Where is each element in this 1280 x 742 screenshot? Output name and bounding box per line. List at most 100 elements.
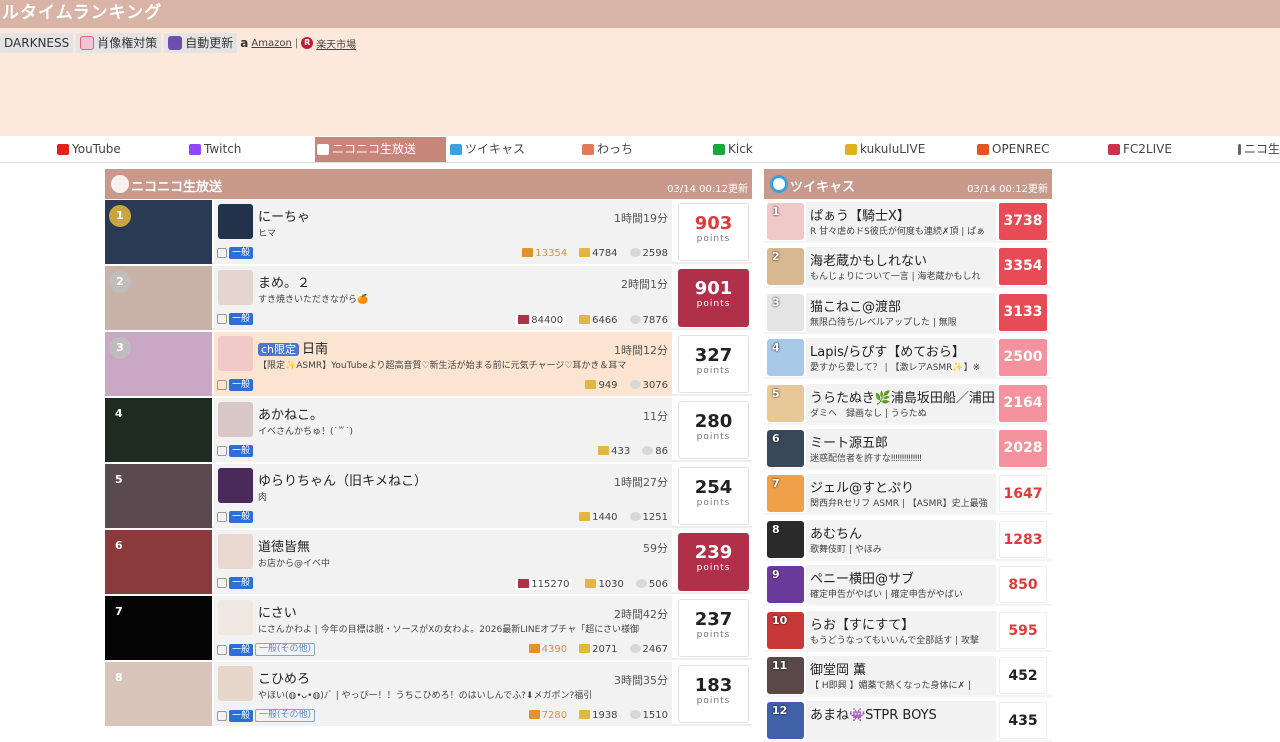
- category-tag[interactable]: 一般: [217, 445, 254, 457]
- ranking-row[interactable]: 11 御堂岡 薫【 H即興 】媚薬で熱くなった身体に✗ | 452: [764, 654, 1052, 697]
- streamer-avatar[interactable]: 9: [767, 566, 804, 604]
- stream-info[interactable]: ch限定 日南 【限定✨ASMR】YouTubeより超高音質♡新生活が始まる前に元気…: [214, 332, 672, 396]
- category-tag[interactable]: 一般: [217, 379, 254, 391]
- stream-info[interactable]: ゆらりちゃん（旧キメねこ） 肉 1時間27分 一般 1440 1251: [214, 464, 672, 528]
- stream-info[interactable]: らお【すにすて】 もうどうなってもいいんで全部話す | 攻撃: [806, 610, 996, 650]
- stream-thumbnail[interactable]: 3: [105, 332, 212, 396]
- streamer-name[interactable]: ぱぁう【騎士X】: [810, 205, 996, 224]
- streamer-name[interactable]: ゆらりちゃん（旧キメねこ）: [258, 470, 427, 489]
- thumb-up-icon[interactable]: [217, 248, 227, 258]
- streamer-name[interactable]: まめ。２: [258, 272, 310, 291]
- ranking-row[interactable]: 3 猫こねこ@渡部 無限凸待ち/レベルアップした | 無限 3133: [764, 291, 1052, 334]
- stream-thumbnail[interactable]: 2: [105, 266, 212, 330]
- ranking-row[interactable]: 4 Lapis/らぴす【めておら】 愛すから愛して？ | 【激レアASMR✨】※ 25…: [764, 336, 1052, 380]
- ranking-row[interactable]: 12 あまね👾STPR BOYS 435: [764, 699, 1052, 742]
- streamer-name[interactable]: 海老蔵かもしれない: [810, 250, 996, 269]
- ranking-row[interactable]: 5 うらたぬき🌿浦島坂田船／浦田 ダミヘ 録画なし | うらたぬ 2164: [764, 382, 1052, 425]
- tab-kukulu[interactable]: kukuluLIVE: [843, 137, 974, 162]
- stream-info[interactable]: あまね👾STPR BOYS: [806, 701, 996, 741]
- streamer-name[interactable]: こひめろ: [258, 668, 310, 687]
- stream-thumbnail[interactable]: 5: [105, 464, 212, 528]
- stream-info[interactable]: 猫こねこ@渡部 無限凸待ち/レベルアップした | 無限: [806, 292, 996, 332]
- streamer-name[interactable]: らお【すにすて】: [810, 614, 996, 633]
- ranking-row[interactable]: 5 ゆらりちゃん（旧キメねこ） 肉 1時間27分 一般 1440 1251 254 points: [105, 464, 752, 528]
- thumb-up-icon[interactable]: [217, 380, 227, 390]
- stream-info[interactable]: 道徳皆無 お店から@イベ中 59分 一般 115270 1030 506: [214, 530, 672, 594]
- stream-info[interactable]: ぱぁう【騎士X】 R 甘々虐めドS彼氏が何度も連続✗頂 | ぱぁ: [806, 202, 996, 241]
- stream-thumbnail[interactable]: 8: [105, 662, 212, 726]
- streamer-avatar[interactable]: 6: [767, 430, 804, 467]
- stream-info[interactable]: にさい にさんかわよ | 今年の目標は脱・ソースがXの女わよ。2026最新LINE…: [214, 596, 672, 660]
- ranking-row[interactable]: 4 あかねこ。 イベさんかちゅ！(˙꒳˙) 11分 一般 433 86 280 points: [105, 398, 752, 462]
- streamer-avatar[interactable]: 12: [767, 702, 804, 740]
- streamer-avatar[interactable]: [218, 600, 253, 635]
- thumb-up-icon[interactable]: [217, 578, 227, 588]
- ranking-row[interactable]: 1 ぱぁう【騎士X】 R 甘々虐めドS彼氏が何度も連続✗頂 | ぱぁ 3738: [764, 200, 1052, 243]
- streamer-name[interactable]: ジェル@すとぷり: [810, 477, 996, 496]
- streamer-name[interactable]: ch限定 日南: [258, 338, 328, 357]
- stream-info[interactable]: 御堂岡 薫【 H即興 】媚薬で熱くなった身体に✗ |: [806, 656, 996, 695]
- portrait-rights-button[interactable]: 肖像権対策: [76, 33, 162, 53]
- ranking-row[interactable]: 6 ミート源五郎 迷惑配信者を許すな‼‼‼‼‼‼‼ 2028: [764, 427, 1052, 470]
- tab-niconico[interactable]: ニコニコ生放送: [315, 137, 446, 162]
- streamer-avatar[interactable]: [218, 204, 253, 239]
- thumb-up-icon[interactable]: [217, 512, 227, 522]
- streamer-name[interactable]: 猫こねこ@渡部: [810, 296, 996, 315]
- stream-info[interactable]: うらたぬき🌿浦島坂田船／浦田 ダミヘ 録画なし | うらたぬ: [806, 383, 996, 423]
- auto-update-button[interactable]: 自動更新: [164, 33, 238, 53]
- streamer-avatar[interactable]: [218, 336, 253, 371]
- ranking-row[interactable]: 8 こひめろ やほい(◍•ᴗ•◍)ﾉﾞ | やっぴー！！うちこひめろ！のはいしんでふ…: [105, 662, 752, 726]
- streamer-avatar[interactable]: 8: [767, 520, 804, 558]
- ranking-row[interactable]: 8 あむちん 歌舞伎町 | やほみ 1283: [764, 518, 1052, 561]
- ranking-row[interactable]: 7 ジェル@すとぷり 関西弁Rセリフ ASMR | 【ASMR】史上最強 1647: [764, 472, 1052, 516]
- streamer-avatar[interactable]: 7: [767, 475, 804, 513]
- tab-openrec[interactable]: OPENREC: [975, 137, 1105, 162]
- tab-niconico[interactable]: ニコ生: [1236, 137, 1280, 162]
- category-tag[interactable]: 一般: [217, 247, 254, 259]
- stream-info[interactable]: ジェル@すとぷり 関西弁Rセリフ ASMR | 【ASMR】史上最強: [806, 474, 996, 514]
- tab-twitcasting[interactable]: ツイキャス: [448, 137, 579, 162]
- streamer-avatar[interactable]: 11: [767, 657, 804, 694]
- streamer-avatar[interactable]: 10: [767, 611, 804, 649]
- category-tag[interactable]: 一般 一般(その他): [217, 709, 316, 722]
- ranking-row[interactable]: 6 道徳皆無 お店から@イベ中 59分 一般 115270 1030 506 239 points: [105, 530, 752, 594]
- rakuten-link[interactable]: 楽天市場: [316, 36, 356, 51]
- streamer-name[interactable]: あまね👾STPR BOYS: [810, 704, 996, 723]
- stream-info[interactable]: あかねこ。 イベさんかちゅ！(˙꒳˙) 11分 一般 433 86: [214, 398, 672, 462]
- streamer-avatar[interactable]: 2: [767, 248, 804, 286]
- thumb-up-icon[interactable]: [217, 446, 227, 456]
- stream-info[interactable]: にーちゃ ヒマ 1時間19分 一般 13354 4784 2598: [214, 200, 672, 264]
- streamer-avatar[interactable]: 3: [767, 293, 804, 331]
- stream-info[interactable]: 海老蔵かもしれない もんじょりについて一言 | 海老蔵かもしれ: [806, 247, 996, 287]
- stream-info[interactable]: Lapis/らぴす【めておら】 愛すから愛して？ | 【激レアASMR✨】※: [806, 338, 996, 378]
- streamer-name[interactable]: Lapis/らぴす【めておら】: [810, 341, 996, 360]
- ranking-row[interactable]: 9 ペニー横田@サブ 確定申告がやばい | 確定申告がやばい 850: [764, 563, 1052, 607]
- stream-info[interactable]: こひめろ やほい(◍•ᴗ•◍)ﾉﾞ | やっぴー！！うちこひめろ！のはいしんでふ?…: [214, 662, 672, 726]
- tab-fc2[interactable]: FC2LIVE: [1106, 137, 1235, 162]
- stream-info[interactable]: ミート源五郎 迷惑配信者を許すな‼‼‼‼‼‼‼: [806, 429, 996, 468]
- streamer-avatar[interactable]: 4: [767, 339, 804, 377]
- ranking-row[interactable]: 3 ch限定 日南 【限定✨ASMR】YouTubeより超高音質♡新生活が始まる前に元…: [105, 332, 752, 396]
- stream-thumbnail[interactable]: 7: [105, 596, 212, 660]
- stream-info[interactable]: ペニー横田@サブ 確定申告がやばい | 確定申告がやばい: [806, 565, 996, 605]
- amazon-link[interactable]: Amazon: [251, 38, 291, 49]
- category-tag[interactable]: 一般: [217, 313, 254, 325]
- streamer-name[interactable]: あかねこ。: [258, 404, 323, 423]
- tab-kick[interactable]: Kick: [711, 137, 842, 162]
- stream-thumbnail[interactable]: 1: [105, 200, 212, 264]
- ranking-row[interactable]: 10 らお【すにすて】 もうどうなってもいいんで全部話す | 攻撃 595: [764, 609, 1052, 652]
- streamer-avatar[interactable]: [218, 402, 253, 437]
- category-tag[interactable]: 一般: [217, 577, 254, 589]
- stream-info[interactable]: まめ。２ すき焼きいただきながら🍊 2時間1分 一般 84400 6466 7876: [214, 266, 672, 330]
- streamer-avatar[interactable]: [218, 270, 253, 305]
- streamer-avatar[interactable]: 5: [767, 384, 804, 422]
- streamer-avatar[interactable]: [218, 666, 253, 701]
- streamer-avatar[interactable]: 1: [767, 203, 804, 240]
- category-tag[interactable]: 一般: [217, 511, 254, 523]
- tab-wacchi[interactable]: わっち: [580, 137, 710, 162]
- streamer-name[interactable]: 御堂岡 薫: [810, 659, 996, 678]
- tab-youtube[interactable]: YouTube: [55, 137, 186, 162]
- stream-thumbnail[interactable]: 6: [105, 530, 212, 594]
- thumb-up-icon[interactable]: [217, 314, 227, 324]
- streamer-name[interactable]: うらたぬき🌿浦島坂田船／浦田: [810, 387, 996, 406]
